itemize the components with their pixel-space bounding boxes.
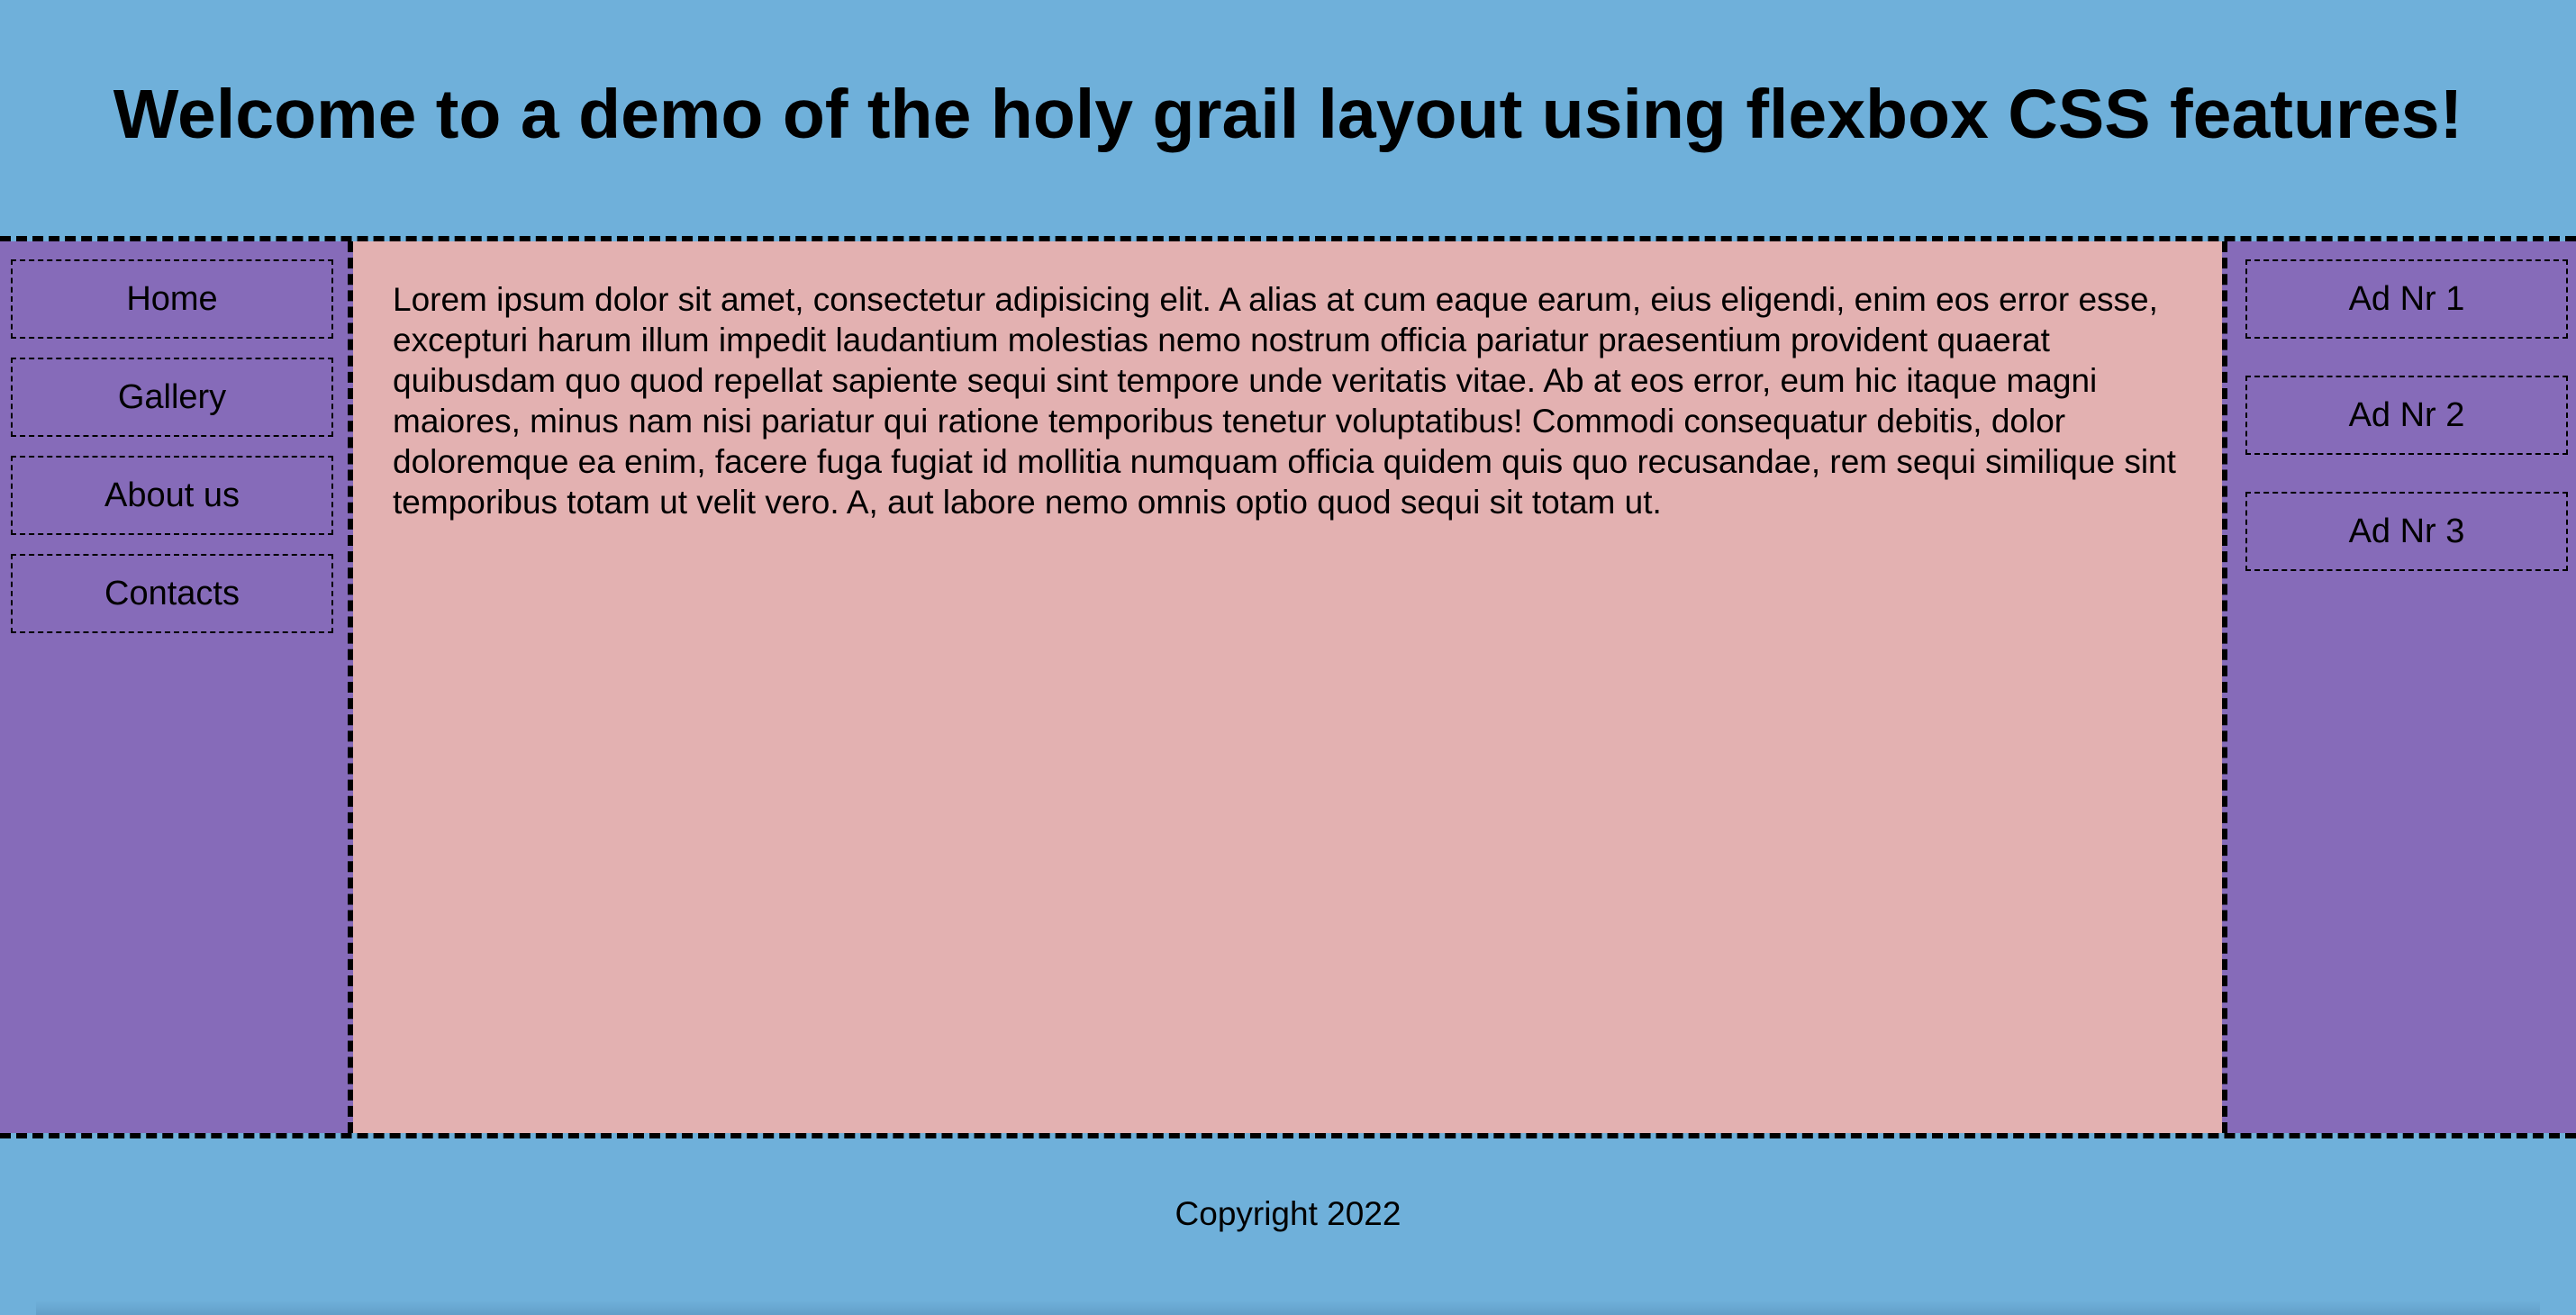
page-header: Welcome to a demo of the holy grail layo…: [0, 0, 2576, 236]
ad-item-2: Ad Nr 2: [2245, 376, 2568, 455]
content-row: Home Gallery About us Contacts Lorem ips…: [0, 236, 2576, 1138]
page: Welcome to a demo of the holy grail layo…: [0, 0, 2576, 1315]
nav-item-contacts[interactable]: Contacts: [11, 554, 333, 633]
copyright-text: Copyright 2022: [1175, 1195, 1401, 1232]
left-sidebar-nav: Home Gallery About us Contacts: [0, 241, 353, 1133]
nav-item-about-us[interactable]: About us: [11, 456, 333, 535]
main-paragraph: Lorem ipsum dolor sit amet, consectetur …: [393, 281, 2176, 521]
nav-item-home[interactable]: Home: [11, 259, 333, 339]
footer-shadow: [36, 1301, 2540, 1315]
nav-item-gallery[interactable]: Gallery: [11, 358, 333, 437]
main-content: Lorem ipsum dolor sit amet, consectetur …: [353, 241, 2222, 1133]
page-footer: Copyright 2022: [0, 1138, 2576, 1315]
right-sidebar-ads: Ad Nr 1 Ad Nr 2 Ad Nr 3: [2222, 241, 2576, 1133]
ad-item-3: Ad Nr 3: [2245, 492, 2568, 571]
ad-item-1: Ad Nr 1: [2245, 259, 2568, 339]
page-title: Welcome to a demo of the holy grail layo…: [113, 75, 2463, 153]
